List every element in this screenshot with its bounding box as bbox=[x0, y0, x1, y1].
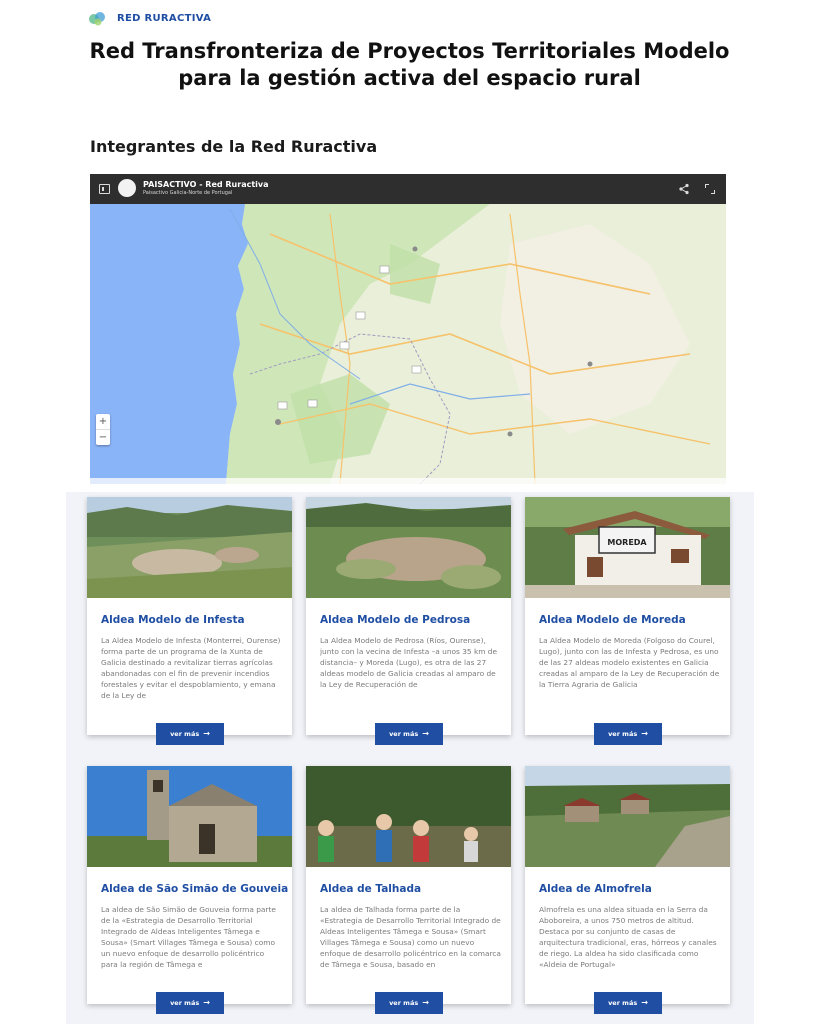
moreda-sign-text: MOREDA bbox=[607, 538, 647, 547]
map-title[interactable]: PAISACTIVO - Red Ruractiva bbox=[143, 180, 269, 189]
read-more-button[interactable]: ver más → bbox=[156, 723, 224, 745]
page-title-line-2: para la gestión activa del espacio rural bbox=[178, 66, 641, 90]
card-excerpt: La aldea de São Simão de Gouveia forma p… bbox=[101, 905, 276, 969]
card-excerpt: Almofrela es una aldea situada en la Ser… bbox=[539, 905, 717, 969]
map-canvas[interactable] bbox=[90, 204, 726, 484]
read-more-button[interactable]: ver más → bbox=[594, 723, 662, 745]
zoom-out-button[interactable]: − bbox=[96, 430, 110, 445]
read-more-label: ver más bbox=[608, 730, 638, 738]
village-card-moreda: MOREDA Aldea Modelo de Moreda La Aldea M… bbox=[525, 497, 730, 745]
card-excerpt: La aldea de Talhada forma parte de la «E… bbox=[320, 905, 501, 969]
site-brand[interactable]: RED RURACTIVA bbox=[88, 8, 211, 28]
read-more-button[interactable]: ver más → bbox=[594, 992, 662, 1014]
village-card-pedrosa: Aldea Modelo de Pedrosa La Aldea Modelo … bbox=[306, 497, 511, 745]
arrow-right-icon: → bbox=[422, 729, 429, 738]
arrow-right-icon: → bbox=[203, 729, 210, 738]
card-image-infesta[interactable] bbox=[87, 497, 292, 598]
card-title[interactable]: Aldea de São Simão de Gouveia bbox=[101, 883, 288, 895]
read-more-button[interactable]: ver más → bbox=[375, 992, 443, 1014]
read-more-button[interactable]: ver más → bbox=[156, 992, 224, 1014]
zoom-in-button[interactable]: + bbox=[96, 414, 110, 429]
arrow-right-icon: → bbox=[422, 998, 429, 1007]
arrow-right-icon: → bbox=[641, 729, 648, 738]
card-excerpt: La Aldea Modelo de Infesta (Monterrei, O… bbox=[101, 636, 281, 700]
read-more-label: ver más bbox=[170, 730, 200, 738]
read-more-label: ver más bbox=[170, 999, 200, 1007]
map-zoom-control: + − bbox=[96, 414, 110, 445]
page-title-line-1: Red Transfronteriza de Proyectos Territo… bbox=[89, 39, 730, 63]
read-more-label: ver más bbox=[389, 730, 419, 738]
card-excerpt: La Aldea Modelo de Moreda (Folgoso do Co… bbox=[539, 636, 720, 689]
read-more-label: ver más bbox=[608, 999, 638, 1007]
embedded-map[interactable]: PAISACTIVO - Red Ruractiva Paisactivo Ga… bbox=[90, 174, 726, 484]
map-toolbar: PAISACTIVO - Red Ruractiva Paisactivo Ga… bbox=[90, 174, 726, 204]
card-title[interactable]: Aldea Modelo de Moreda bbox=[539, 614, 719, 626]
section-title: Integrantes de la Red Ruractiva bbox=[90, 137, 378, 156]
card-title[interactable]: Aldea Modelo de Pedrosa bbox=[320, 614, 500, 626]
card-image-almofrela[interactable] bbox=[525, 766, 730, 867]
ruractiva-logo-icon bbox=[89, 11, 105, 25]
village-card-talhada: Aldea de Talhada La aldea de Talhada for… bbox=[306, 766, 511, 1014]
map-owner-avatar bbox=[118, 179, 136, 197]
page-title: Red Transfronteriza de Proyectos Territo… bbox=[0, 38, 819, 92]
map-attribution-bar bbox=[90, 478, 726, 484]
arrow-right-icon: → bbox=[641, 998, 648, 1007]
card-title[interactable]: Aldea de Talhada bbox=[320, 883, 500, 895]
village-card-infesta: Aldea Modelo de Infesta La Aldea Modelo … bbox=[87, 497, 292, 745]
arrow-right-icon: → bbox=[203, 998, 210, 1007]
card-image-moreda[interactable]: MOREDA bbox=[525, 497, 730, 598]
card-excerpt: La Aldea Modelo de Pedrosa (Ríos, Ourens… bbox=[320, 636, 498, 689]
card-image-pedrosa[interactable] bbox=[306, 497, 511, 598]
village-card-almofrela: Aldea de Almofrela Almofrela es una alde… bbox=[525, 766, 730, 1014]
legend-toggle-icon[interactable] bbox=[99, 184, 110, 194]
share-icon[interactable] bbox=[678, 183, 690, 195]
card-image-talhada[interactable] bbox=[306, 766, 511, 867]
map-subtitle: Paisactivo Galicia-Norte de Portugal bbox=[143, 190, 233, 196]
card-image-sao-simao[interactable] bbox=[87, 766, 292, 867]
village-card-sao-simao: Aldea de São Simão de Gouveia La aldea d… bbox=[87, 766, 292, 1014]
read-more-label: ver más bbox=[389, 999, 419, 1007]
brand-name: RED RURACTIVA bbox=[117, 12, 212, 24]
card-title[interactable]: Aldea de Almofrela bbox=[539, 883, 719, 895]
card-title[interactable]: Aldea Modelo de Infesta bbox=[101, 614, 281, 626]
fullscreen-icon[interactable] bbox=[705, 184, 715, 194]
read-more-button[interactable]: ver más → bbox=[375, 723, 443, 745]
